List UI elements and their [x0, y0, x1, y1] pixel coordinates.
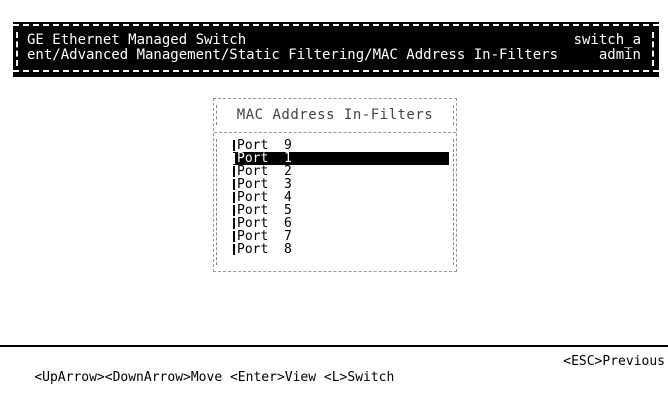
header-bottom-border	[13, 70, 659, 72]
header-left-border	[16, 32, 20, 66]
breadcrumb: ent/Advanced Management/Static Filtering…	[27, 47, 559, 63]
app-title: GE Ethernet Managed Switch	[27, 32, 247, 48]
header-top-border	[13, 24, 659, 26]
header-bar: GE Ethernet Managed Switch ent/Advanced …	[13, 22, 659, 77]
header-right-border	[652, 32, 656, 66]
mac-filter-dialog: MAC Address In-Filters Port 9 Port 1 Por…	[213, 98, 457, 272]
dialog-left-border	[216, 139, 217, 265]
key-help-text: <UpArrow><DownArrow>Move <Enter>View <L>…	[34, 370, 395, 385]
dialog-title: MAC Address In-Filters	[236, 107, 434, 123]
escape-hint: <ESC>Previous	[563, 354, 665, 369]
username: admin	[598, 47, 641, 63]
dialog-right-border	[453, 139, 454, 265]
port-item-8[interactable]: Port 8	[233, 243, 449, 256]
footer-separator	[0, 345, 668, 347]
port-list: Port 9 Port 1 Port 2 Port 3 Port 4 Port …	[233, 139, 449, 256]
dialog-separator	[214, 132, 456, 133]
hostname: switch_a	[573, 32, 641, 48]
footer-help: <UpArrow><DownArrow>Move <Enter>View <L>…	[3, 354, 665, 385]
terminal-screen: GE Ethernet Managed Switch ent/Advanced …	[0, 0, 668, 385]
